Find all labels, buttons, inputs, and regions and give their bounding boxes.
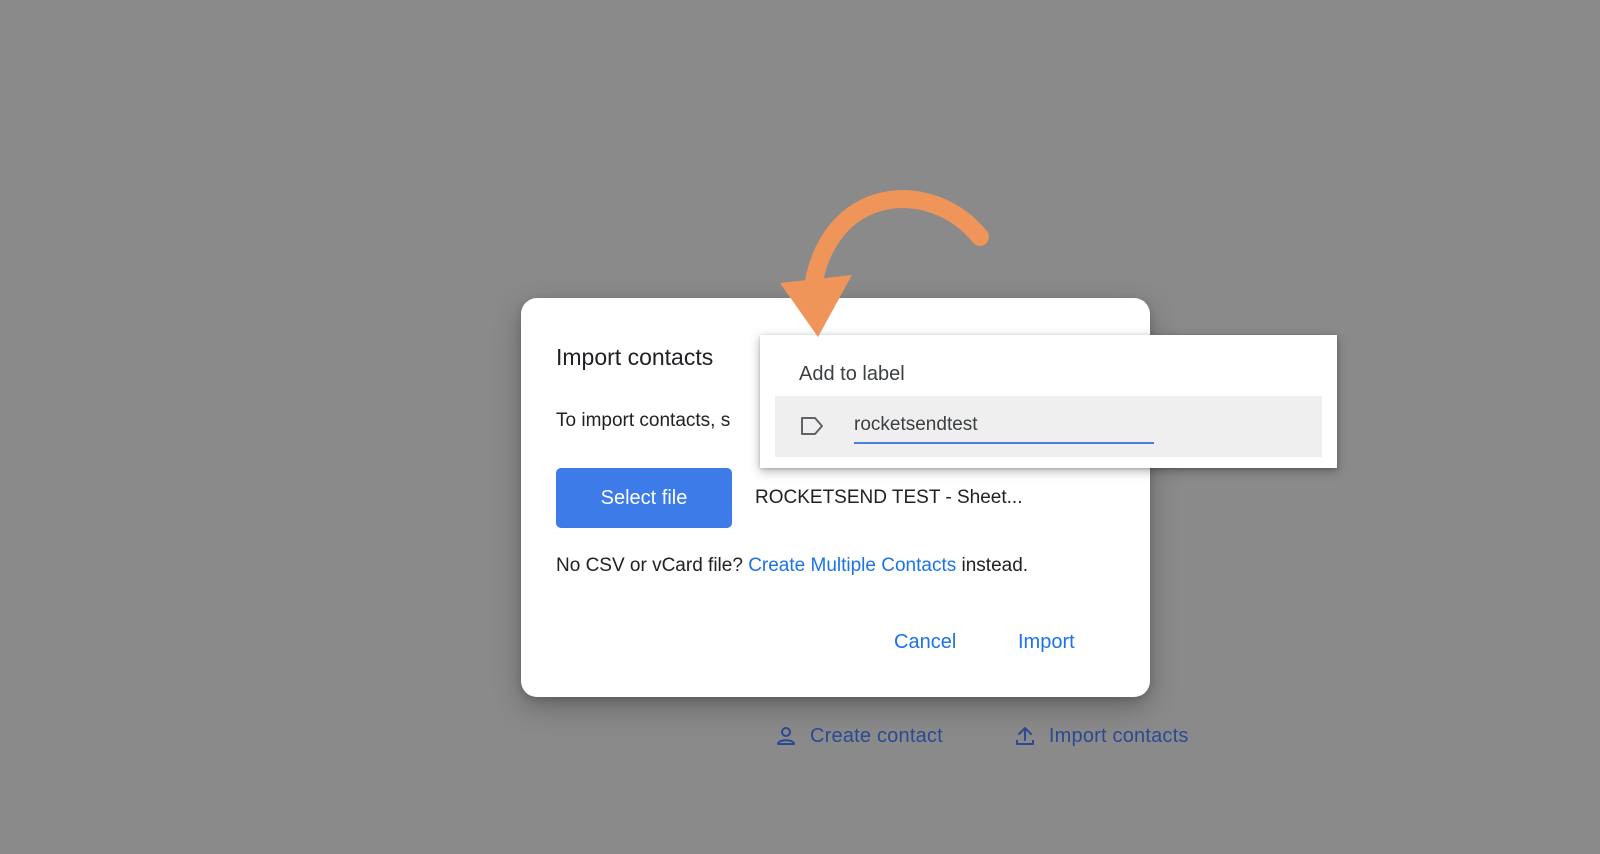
person-icon [774,724,798,748]
select-file-button[interactable]: Select file [556,468,732,528]
hint-suffix: instead. [956,555,1029,576]
label-menu-item[interactable] [775,396,1322,457]
import-contacts-label: Import contacts [1048,724,1189,747]
cancel-button[interactable]: Cancel [894,631,956,654]
import-button[interactable]: Import [1018,631,1075,654]
selected-file-name: ROCKETSEND TEST - Sheet... [755,487,1023,508]
label-menu-title: Add to label [799,363,905,385]
empty-state-actions: Create contact Import contacts [774,724,1189,748]
hint-prefix: No CSV or vCard file? [556,555,749,576]
no-file-hint: No CSV or vCard file? Create Multiple Co… [556,555,1028,577]
upload-icon [1013,724,1037,748]
dialog-description: To import contacts, s [556,410,731,431]
create-contact-label: Create contact [810,724,943,747]
label-icon [799,415,825,437]
label-name-input[interactable] [854,408,1154,444]
add-to-label-menu: Add to label [760,335,1337,468]
create-contact-link[interactable]: Create contact [774,724,943,748]
create-multiple-contacts-link[interactable]: Create Multiple Contacts [748,555,956,576]
dialog-title: Import contacts [556,344,714,370]
import-contacts-link[interactable]: Import contacts [1013,724,1189,748]
